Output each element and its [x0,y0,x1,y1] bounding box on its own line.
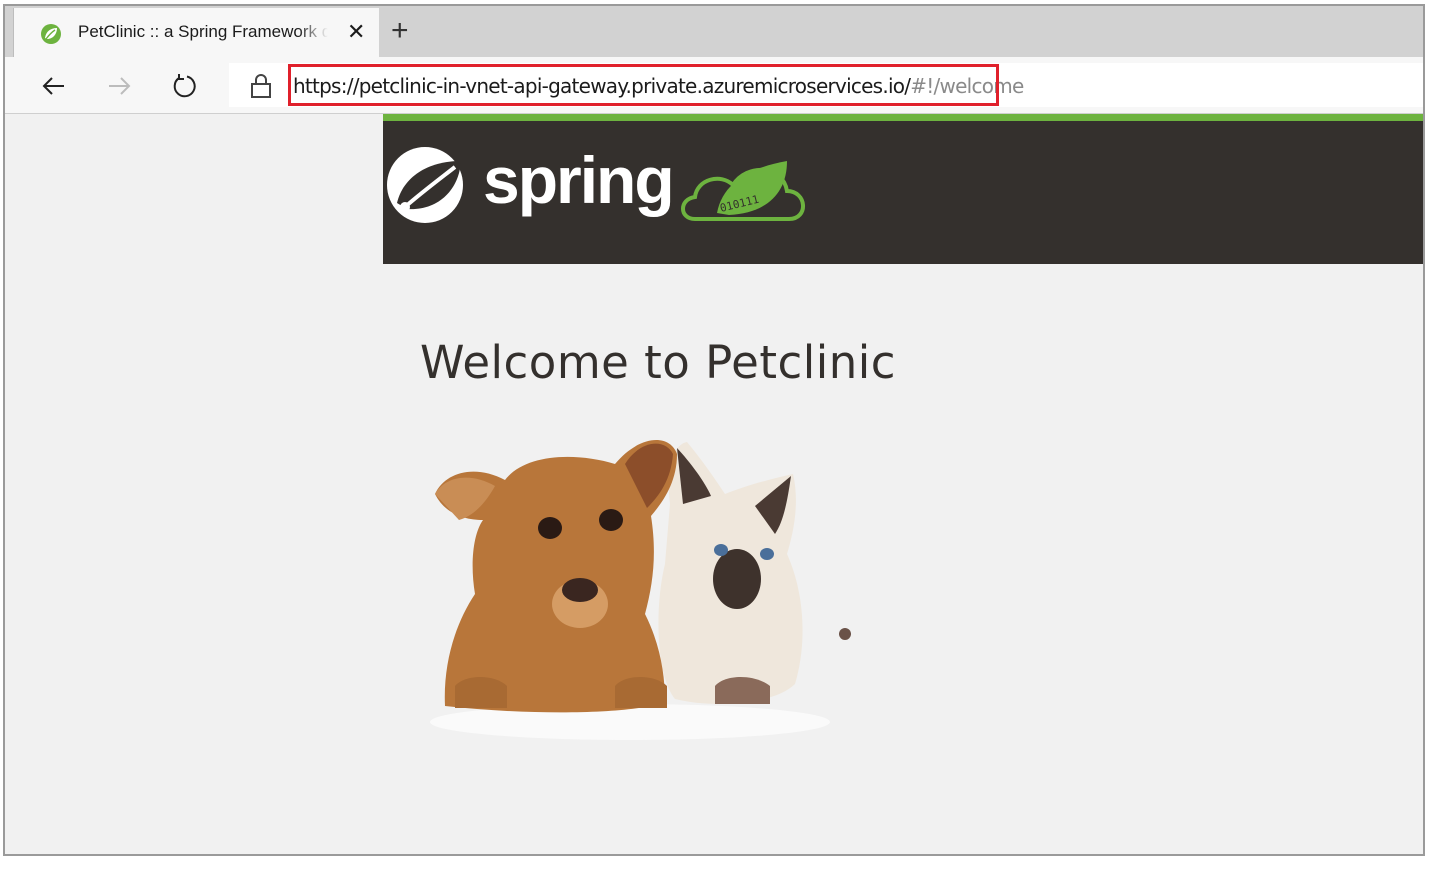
lock-icon [251,74,271,98]
page-content: spring 010111 Welcome to Petclinic [5,114,1423,854]
arrow-right-icon[interactable] [104,71,134,101]
refresh-icon[interactable] [170,71,200,101]
close-icon[interactable]: ✕ [347,20,365,44]
page-title: Welcome to Petclinic [420,336,896,389]
cloud-leaf-icon: 010111 [681,161,805,221]
url-highlight-box [288,64,999,106]
pets-image [430,440,851,740]
plus-icon[interactable]: + [391,16,409,46]
spring-logo[interactable]: spring 010111 [383,137,823,237]
spring-leaf-icon [41,24,61,44]
puppy [435,440,677,713]
spring-header: spring 010111 [383,114,1423,264]
arrow-left-icon[interactable] [39,71,69,101]
tab-strip: PetClinic :: a Spring Framework demonstr… [5,6,1423,57]
browser-tab[interactable]: PetClinic :: a Spring Framework demonstr… [13,8,379,57]
spring-wordmark: spring [483,143,673,217]
tab-title: PetClinic :: a Spring Framework demonstr… [78,22,328,41]
kitten [658,442,851,704]
browser-window: PetClinic :: a Spring Framework demonstr… [3,4,1425,856]
